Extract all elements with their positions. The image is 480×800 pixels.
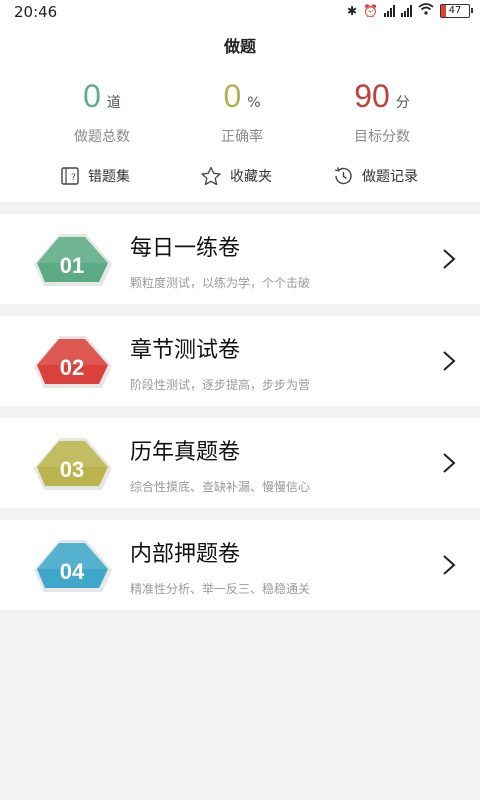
card-subtitle: 阶段性测试，逐步提高，步步为营 <box>130 378 311 392</box>
stat-unit: 道 <box>106 95 121 111</box>
svg-text:?: ? <box>71 173 76 183</box>
chevron-right-icon <box>443 453 456 473</box>
card-title: 内部押题卷 <box>130 542 241 567</box>
card-title: 历年真题卷 <box>130 440 241 465</box>
battery-level: 47 <box>448 4 462 16</box>
stat-label: 正确率 <box>221 129 263 145</box>
stat-target-score: 90 分 目标分数 <box>302 76 462 146</box>
stat-value: 0 <box>83 78 101 114</box>
favorites-label: 收藏夹 <box>230 169 272 185</box>
badge-number: 03 <box>60 457 84 482</box>
chevron-right-icon <box>443 249 456 269</box>
page-title: 做题 <box>223 37 256 56</box>
battery-icon: 47 <box>440 3 473 18</box>
quick-links: ? 错题集 收藏夹 做题记录 <box>0 166 480 196</box>
history-icon <box>334 167 352 185</box>
star-icon <box>201 166 221 186</box>
status-time: 20:46 <box>14 3 58 21</box>
badge-number: 01 <box>60 253 84 278</box>
card-internal-prediction[interactable]: 04 内部押题卷 精准性分析、举一反三、稳稳通关 <box>0 520 480 610</box>
badge-number: 02 <box>60 355 84 380</box>
chevron-right-icon <box>443 555 456 575</box>
card-past-exams[interactable]: 03 历年真题卷 综合性摸底、查缺补漏、慢慢信心 <box>0 418 480 508</box>
badge-01-icon: 01 <box>34 234 112 286</box>
status-icons: ✱ ⏰ 47 <box>346 3 473 18</box>
card-title: 章节测试卷 <box>130 338 241 363</box>
stat-accuracy: 0% 正确率 <box>162 76 322 146</box>
badge-04-icon: 04 <box>34 540 112 592</box>
stat-value: 0 <box>223 78 242 114</box>
card-subtitle: 颗粒度测试，以练为学，个个击破 <box>130 276 311 290</box>
error-book-link[interactable]: ? 错题集 <box>60 166 130 186</box>
history-link[interactable]: 做题记录 <box>332 166 418 186</box>
alarm-icon: ⏰ <box>363 3 378 18</box>
wifi-icon <box>418 3 434 18</box>
signal-icon <box>384 4 395 17</box>
badge-02-icon: 02 <box>34 336 112 388</box>
stat-label: 做题总数 <box>74 129 130 145</box>
card-chapter-test[interactable]: 02 章节测试卷 阶段性测试，逐步提高，步步为营 <box>0 316 480 406</box>
signal-2-icon <box>401 4 412 17</box>
stat-value: 90 <box>354 78 390 114</box>
card-subtitle: 精准性分析、举一反三、稳稳通关 <box>130 582 311 596</box>
card-daily-practice[interactable]: 01 每日一练卷 颗粒度测试，以练为学，个个击破 <box>0 214 480 304</box>
error-book-label: 错题集 <box>88 169 130 185</box>
card-subtitle: 综合性摸底、查缺补漏、慢慢信心 <box>130 480 311 494</box>
favorites-link[interactable]: 收藏夹 <box>200 166 272 186</box>
bluetooth-icon: ✱ <box>346 3 358 18</box>
history-label: 做题记录 <box>362 169 418 185</box>
card-title: 每日一练卷 <box>130 236 241 261</box>
status-bar: 20:46 ✱ ⏰ 47 <box>0 0 480 24</box>
stat-unit: 分 <box>395 95 410 111</box>
header: 做题 0道 做题总数 0% 正确率 90 分 目标分数 ? 错题集 收藏夹 做题记… <box>0 24 480 202</box>
error-book-icon: ? <box>61 167 79 185</box>
badge-03-icon: 03 <box>34 438 112 490</box>
stat-label: 目标分数 <box>354 129 410 145</box>
badge-number: 04 <box>60 559 85 584</box>
stat-unit: % <box>247 95 261 111</box>
stat-total-questions: 0道 做题总数 <box>22 76 182 146</box>
chevron-right-icon <box>443 351 456 371</box>
